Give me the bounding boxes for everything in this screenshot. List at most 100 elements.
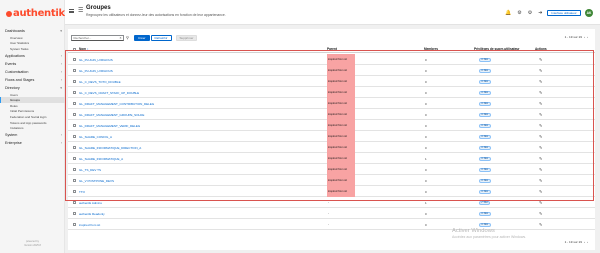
brand-logo[interactable]: authentik	[6, 8, 65, 19]
edit-icon[interactable]: ✎	[539, 79, 543, 84]
chevron-right-icon: ›	[60, 69, 62, 74]
group-member-count: 0	[425, 124, 427, 128]
edit-icon[interactable]: ✎	[539, 156, 543, 161]
superuser-status-label: Non	[483, 69, 489, 72]
column-header-parent[interactable]: Parent	[327, 47, 337, 51]
superuser-status-label: Non	[483, 190, 489, 193]
settings-icon[interactable]: ⚙	[528, 10, 532, 16]
create-button[interactable]: Créer	[134, 34, 150, 41]
row-checkbox[interactable]	[73, 179, 76, 182]
select-all-checkbox[interactable]	[73, 47, 76, 51]
group-member-count: 0	[425, 223, 427, 227]
close-icon: ✕	[481, 146, 484, 149]
group-name-link[interactable]: authentik Admins	[79, 201, 102, 205]
group-member-count: 0	[425, 91, 427, 95]
sidebar-section[interactable]: Events ›	[0, 60, 65, 68]
group-name-link[interactable]: GL_SHARE_INFORMATIQUE_DIRECTION_A	[79, 146, 141, 150]
row-checkbox[interactable]	[73, 201, 76, 204]
group-name-link[interactable]: authentik Readonly	[79, 212, 105, 216]
group-name-link[interactable]: GL_DRAFT_MANAGEMENT_GROUPE_SOLDE	[79, 113, 144, 117]
row-checkbox[interactable]	[73, 146, 76, 149]
check-icon: ✓	[481, 201, 484, 204]
row-checkbox[interactable]	[73, 80, 76, 83]
user-interface-button[interactable]: Interface utilisateur	[547, 10, 581, 16]
sidebar-section[interactable]: Applications ›	[0, 52, 65, 60]
group-name-link[interactable]: GL_C_DEVS_CRAFT_STAFF_UP_DOUBLE	[79, 91, 139, 95]
menu-toggle-icon[interactable]	[69, 9, 74, 13]
edit-icon[interactable]: ✎	[539, 57, 543, 62]
edit-icon[interactable]: ✎	[539, 211, 543, 216]
superuser-status-badge: ✕ Non	[479, 90, 491, 95]
row-checkbox[interactable]	[73, 58, 76, 61]
sidebar-section[interactable]: Enterprise ›	[0, 139, 65, 147]
group-name-link[interactable]: GL_SHARE_CONFIG_A	[79, 135, 112, 139]
row-checkbox[interactable]	[73, 102, 76, 105]
edit-icon[interactable]: ✎	[539, 101, 543, 106]
clear-search-icon[interactable]: ×	[119, 36, 121, 40]
logout-icon[interactable]: ➜	[538, 10, 542, 16]
edit-icon[interactable]: ✎	[539, 145, 543, 150]
group-name-link[interactable]: GL_V POSTPONE_DEVS	[79, 179, 114, 183]
edit-icon[interactable]: ✎	[539, 167, 543, 172]
column-header-name[interactable]: Nom ↕	[79, 47, 89, 51]
edit-icon[interactable]: ✎	[539, 112, 543, 117]
notifications-icon[interactable]: 🔔	[505, 10, 511, 16]
group-name-link[interactable]: GL_DRAFT_MANAGEMENT_VERIF_DELEG	[79, 124, 140, 128]
prev-page-icon[interactable]: ‹	[584, 240, 585, 244]
avatar[interactable]: AK	[585, 9, 593, 17]
column-header-members[interactable]: Membres	[424, 47, 438, 51]
edit-icon[interactable]: ✎	[539, 189, 543, 194]
edit-icon[interactable]: ✎	[539, 123, 543, 128]
edit-icon[interactable]: ✎	[539, 222, 543, 227]
superuser-status-label: Non	[483, 146, 489, 149]
top-bar-icons: 🔔 ⚙ ⚙ ➜	[505, 10, 542, 16]
refresh-button[interactable]: Rafraîchir	[150, 34, 172, 41]
row-checkbox[interactable]	[73, 223, 76, 226]
row-checkbox[interactable]	[73, 212, 76, 215]
edit-icon[interactable]: ✎	[539, 90, 543, 95]
group-name-link[interactable]: GL_DRAFT_MANAGEMENT_CONTRIBUTION_DELEG	[79, 102, 154, 106]
group-name-link[interactable]: TTO	[79, 190, 85, 194]
row-checkbox[interactable]	[73, 113, 76, 116]
api-drawer-icon[interactable]: ⚙	[517, 10, 521, 16]
row-checkbox[interactable]	[73, 157, 76, 160]
group-name-link[interactable]: GL_SHARE_INFORMATIQUE_A	[79, 157, 123, 161]
prev-page-icon[interactable]: ‹	[584, 35, 585, 39]
table-row: GL_SHARE_CONFIG_A inspired from sit 0 ✕ Non ✎	[68, 131, 595, 142]
superuser-status-label: Non	[483, 124, 489, 127]
edit-icon[interactable]: ✎	[539, 134, 543, 139]
close-icon: ✕	[481, 58, 484, 61]
group-name-link[interactable]: GL_TS_DEV TS	[79, 168, 101, 172]
next-page-icon[interactable]: ›	[587, 240, 588, 244]
group-name-link[interactable]: inspired from sit	[79, 223, 100, 227]
sidebar-section[interactable]: Directory ▾	[0, 84, 65, 92]
search-input[interactable]: Rechercher... ×	[71, 34, 124, 41]
group-name-link[interactable]: GL_PLUGIN_LVRGIOUS	[79, 69, 113, 73]
row-checkbox[interactable]	[73, 69, 76, 72]
group-name-link[interactable]: GL_PLUGIN_LVRGIOUS	[79, 58, 113, 62]
table-row: GL_SHARE_INFORMATIQUE_A inspired from sit…	[68, 153, 595, 164]
edit-icon[interactable]: ✎	[539, 178, 543, 183]
sidebar-section[interactable]: Customisation ›	[0, 68, 65, 76]
search-icon[interactable]: ⚲	[125, 35, 130, 41]
next-page-icon[interactable]: ›	[587, 35, 588, 39]
sidebar-section-label: Directory	[5, 85, 20, 90]
group-parent: inspired from sit	[327, 54, 355, 65]
delete-button[interactable]: Supprimer	[175, 34, 198, 41]
sidebar-section[interactable]: Dashboards ▾	[0, 27, 65, 35]
sidebar-section[interactable]: System ›	[0, 131, 65, 139]
row-checkbox[interactable]	[73, 168, 76, 171]
sidebar-section-label: Flows and Stages	[5, 77, 35, 82]
edit-icon[interactable]: ✎	[539, 200, 543, 205]
group-parent: inspired from sit	[327, 153, 355, 164]
groups-table-card: Rechercher... × ⚲ Créer Rafraîchir Suppr…	[68, 29, 595, 250]
row-checkbox[interactable]	[73, 190, 76, 193]
row-checkbox[interactable]	[73, 91, 76, 94]
group-name-link[interactable]: GL_C_DEVS_TOTO_DOUBLE	[79, 80, 121, 84]
row-checkbox[interactable]	[73, 135, 76, 138]
close-icon: ✕	[481, 190, 484, 193]
edit-icon[interactable]: ✎	[539, 68, 543, 73]
row-checkbox[interactable]	[73, 124, 76, 127]
sidebar-section[interactable]: Flows and Stages ›	[0, 76, 65, 84]
column-header-superuser[interactable]: Privilèges de super-utilisateur	[474, 47, 520, 51]
